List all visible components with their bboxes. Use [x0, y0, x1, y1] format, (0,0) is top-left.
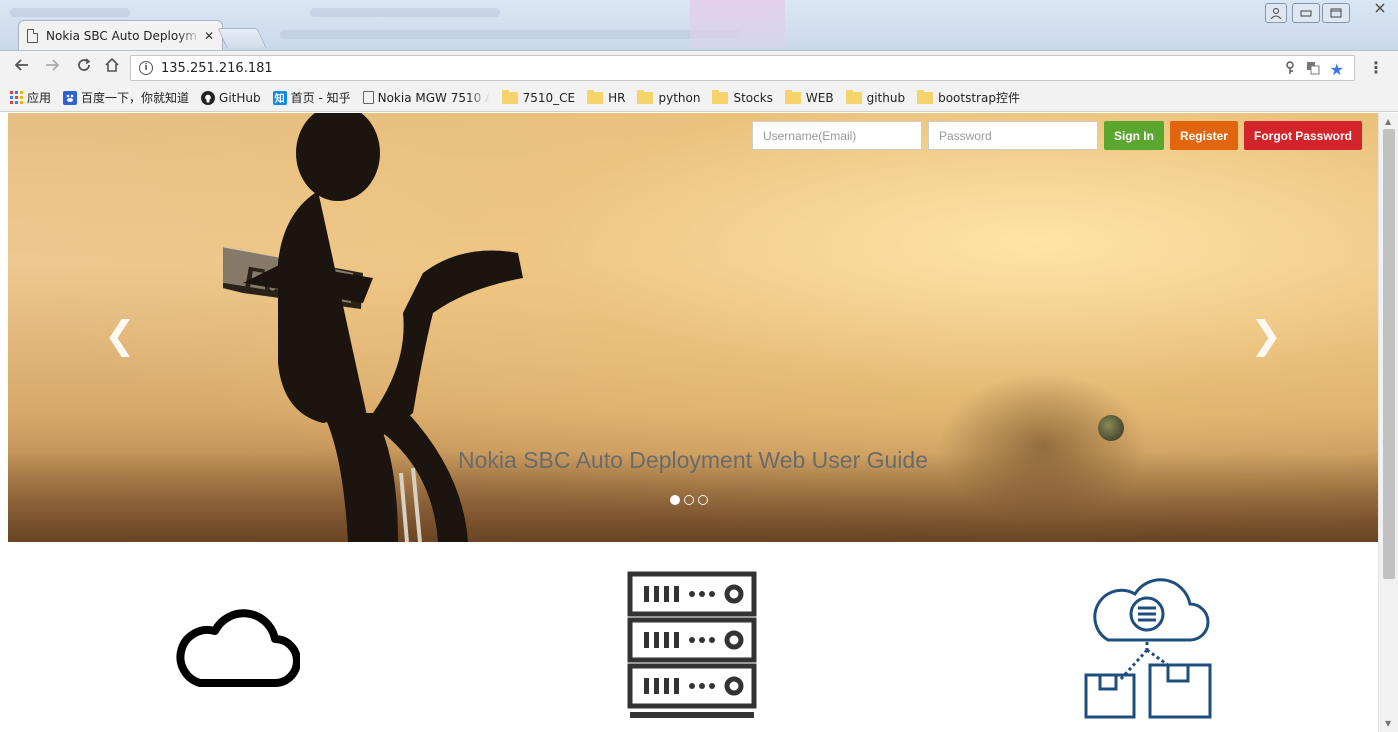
page-scrollbar[interactable]: ▲ ▼	[1378, 113, 1398, 732]
maximize-icon[interactable]	[1322, 3, 1350, 23]
bookmark-github[interactable]: GitHub	[201, 90, 261, 105]
folder-icon	[587, 89, 604, 104]
bookmark-folder-web[interactable]: WEB	[784, 89, 834, 105]
blurred-ribbon	[10, 8, 130, 17]
forgot-password-button[interactable]: Forgot Password	[1243, 121, 1362, 150]
translate-icon[interactable]	[1306, 61, 1320, 79]
folder-icon	[712, 89, 729, 104]
bookmark-label: HR	[608, 90, 626, 105]
register-button[interactable]: Register	[1169, 121, 1238, 150]
carousel-indicator[interactable]	[670, 495, 680, 505]
username-input[interactable]	[751, 121, 922, 150]
scroll-down-icon[interactable]: ▼	[1385, 719, 1391, 728]
scroll-up-icon[interactable]: ▲	[1385, 117, 1391, 126]
bookmark-apps[interactable]: 应用	[10, 89, 51, 106]
hero-carousel: Fenta Sign In Register Forgot Password ❮…	[8, 113, 1378, 542]
blurred-ribbon-tab	[690, 0, 785, 48]
baidu-icon	[63, 90, 78, 105]
cloud-deploy-boxes-icon	[1084, 578, 1212, 719]
cricket-ball	[1098, 415, 1124, 441]
carousel-indicator[interactable]	[684, 495, 694, 505]
new-tab-button[interactable]	[217, 28, 267, 48]
bookmark-folder-7510-ce[interactable]: 7510_CE	[501, 89, 576, 105]
key-icon[interactable]	[1284, 60, 1296, 79]
bookmark-label: 百度一下，你就知道	[81, 91, 190, 105]
bookmark-folder-python[interactable]: python	[637, 89, 701, 105]
bookmark-label: 应用	[27, 91, 52, 105]
close-icon[interactable]: ✕	[204, 29, 214, 43]
carousel-indicator[interactable]	[698, 495, 708, 505]
bookmark-baidu[interactable]: 百度一下，你就知道	[63, 89, 189, 106]
folder-icon	[917, 89, 934, 104]
more-menu-icon[interactable]: ⋮	[1368, 58, 1384, 77]
blurred-ribbon	[310, 8, 500, 17]
folder-icon	[501, 89, 518, 104]
bookmark-label: GitHub	[219, 90, 261, 105]
sign-in-button[interactable]: Sign In	[1103, 121, 1164, 150]
page-icon	[362, 91, 374, 104]
bookmark-label: WEB	[805, 90, 834, 105]
bookmark-folder-stocks[interactable]: Stocks	[712, 89, 773, 105]
bookmark-label: bootstrap控件	[938, 91, 1020, 105]
zhihu-icon: 知	[272, 90, 287, 105]
bookmark-label: 首页 - 知乎	[290, 91, 351, 105]
password-input[interactable]	[927, 121, 1098, 150]
carousel-caption: Nokia SBC Auto Deployment Web User Guide	[457, 447, 929, 473]
folder-icon	[637, 89, 654, 104]
forward-arrow-icon[interactable]	[44, 57, 60, 78]
page-icon	[27, 29, 38, 43]
folder-icon	[845, 89, 862, 104]
carousel-prev-icon[interactable]: ❮	[104, 313, 136, 357]
address-bar[interactable]: i 135.251.216.181 ★	[130, 55, 1355, 81]
window-close-icon[interactable]	[1374, 2, 1386, 18]
carousel-next-icon[interactable]: ❯	[1250, 313, 1282, 357]
browser-tab[interactable]: Nokia SBC Auto Deploym ✕	[18, 20, 223, 50]
tab-title: Nokia SBC Auto Deploym	[46, 29, 197, 43]
bookmark-label: Stocks	[733, 90, 773, 105]
feature-icons-row	[0, 553, 1378, 732]
user-profile-icon[interactable]	[1265, 3, 1287, 23]
bookmark-zhihu[interactable]: 知 首页 - 知乎	[272, 89, 351, 106]
apps-grid-icon	[10, 91, 23, 104]
minimize-icon[interactable]	[1292, 3, 1320, 23]
carousel-indicators	[670, 495, 708, 505]
site-info-icon[interactable]: i	[139, 61, 153, 75]
cloud-icon	[176, 609, 300, 687]
scroll-thumb[interactable]	[1383, 129, 1395, 579]
reload-icon[interactable]	[76, 57, 92, 78]
bookmark-star-icon[interactable]: ★	[1330, 60, 1344, 79]
page-viewport: Fenta Sign In Register Forgot Password ❮…	[0, 113, 1378, 732]
bookmark-label: python	[658, 90, 701, 105]
bookmark-label: 7510_CE	[522, 90, 576, 105]
server-rack-icon	[627, 571, 757, 718]
back-arrow-icon[interactable]	[14, 57, 30, 78]
folder-icon	[784, 89, 801, 104]
bookmark-folder-bootstrap[interactable]: bootstrap控件	[917, 89, 1020, 106]
bookmark-label: github	[866, 90, 906, 105]
browser-toolbar: i 135.251.216.181 ★ ⋮	[0, 50, 1398, 84]
blurred-ribbon	[280, 30, 740, 39]
bookmark-folder-github[interactable]: github	[845, 89, 906, 105]
browser-titlebar: Nokia SBC Auto Deploym ✕	[0, 0, 1398, 50]
batsman-silhouette: Fenta	[223, 113, 523, 542]
github-icon	[201, 90, 216, 105]
home-icon[interactable]	[104, 57, 120, 78]
bookmarks-bar: 应用 百度一下，你就知道 GitHub 知 首页 - 知乎 Nokia MGW …	[0, 84, 1398, 112]
bookmark-nokia-mgw[interactable]: Nokia MGW 7510 Au	[362, 90, 490, 105]
bookmark-folder-hr[interactable]: HR	[587, 89, 626, 105]
login-form: Sign In Register Forgot Password	[751, 121, 1362, 150]
bookmark-label: Nokia MGW 7510 Au	[377, 90, 490, 105]
url-text: 135.251.216.181	[161, 60, 273, 76]
